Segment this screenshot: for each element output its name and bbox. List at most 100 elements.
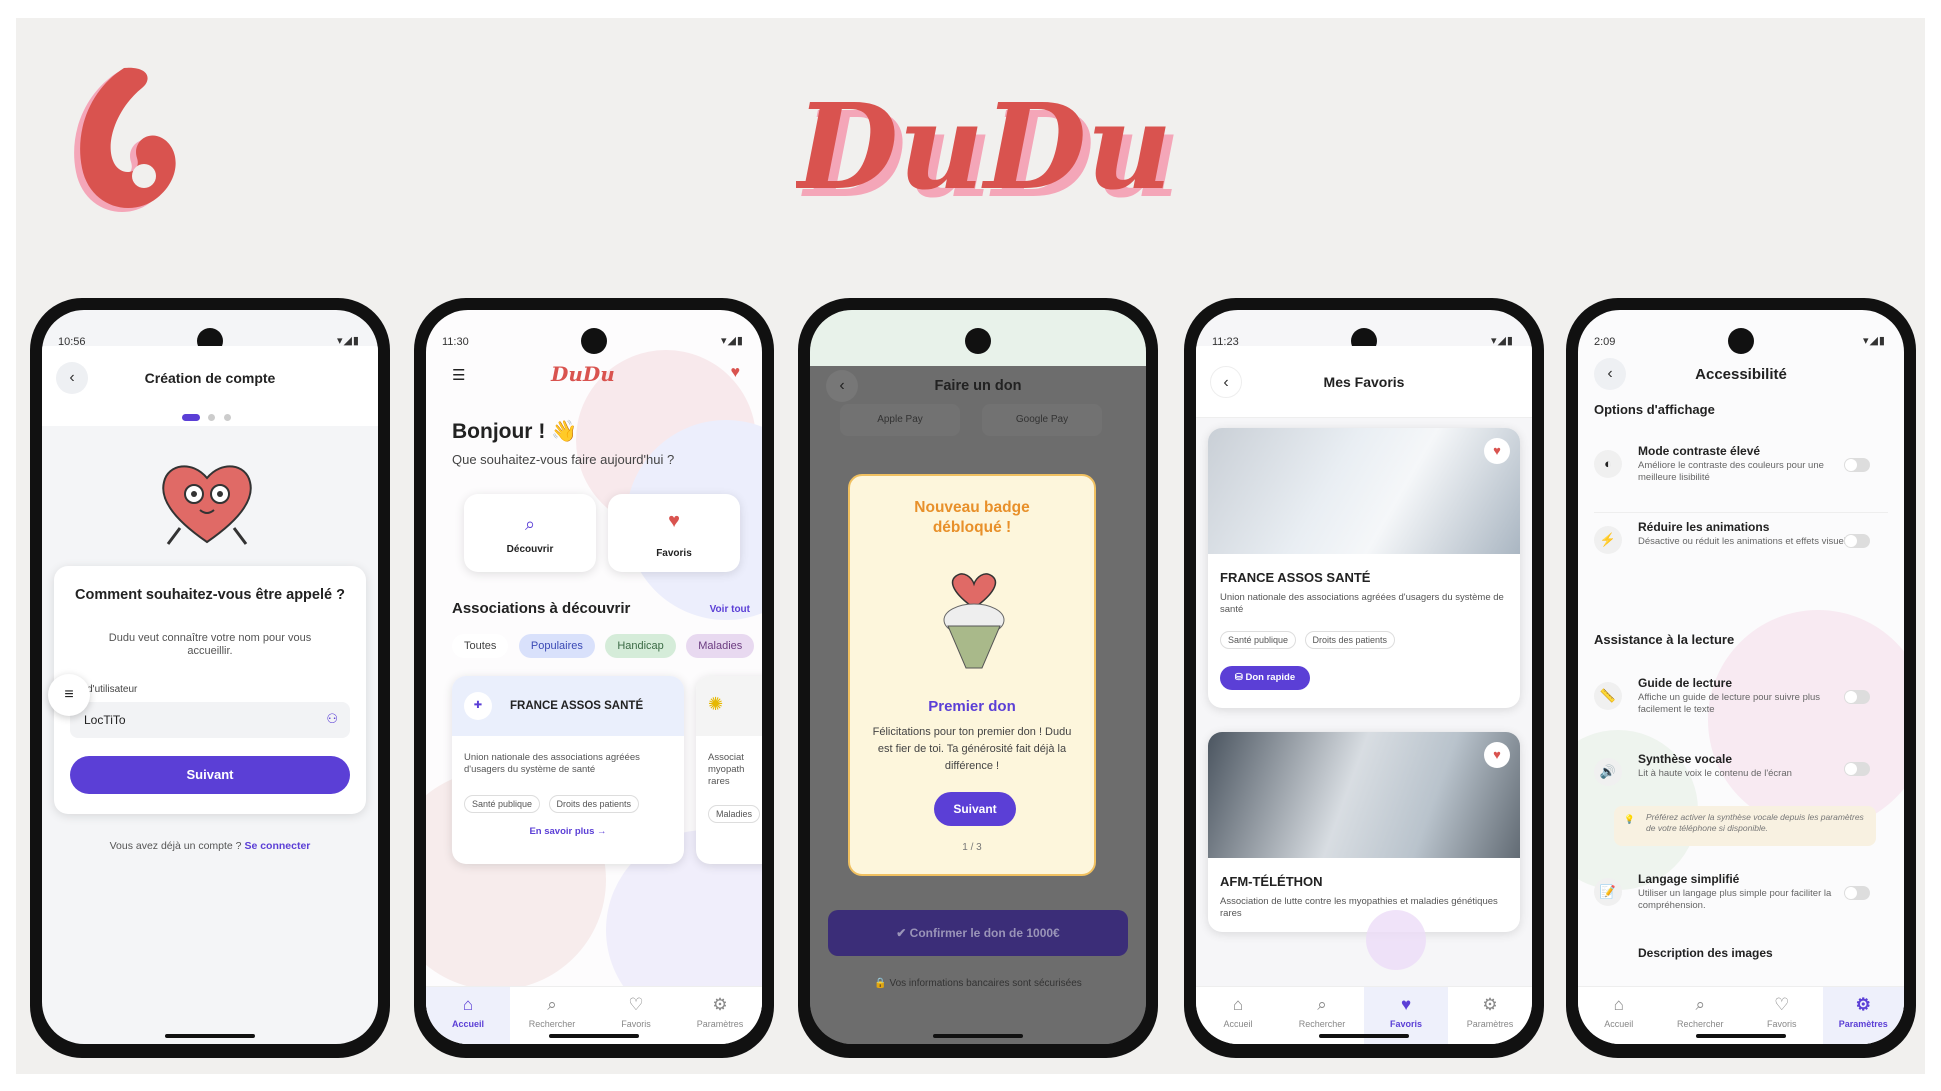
login-prompt-text: Vous avez déjà un compte ? [109, 840, 242, 852]
nav-label: Favoris [1766, 1019, 1797, 1029]
secure-note: 🔒 Vos informations bancaires sont sécuri… [874, 978, 1082, 989]
menu-icon: ≡ [64, 686, 74, 703]
learn-more-link[interactable]: En savoir plus → [452, 826, 684, 837]
simple-language-toggle[interactable] [1844, 886, 1870, 900]
confirm-donation-button[interactable]: ✔ Confirmer le don de 1000€ [828, 910, 1128, 956]
dudu-small-logo: DuDu [551, 362, 615, 386]
option-desc: Désactive ou réduit les animations et ef… [1638, 536, 1851, 547]
fav2-desc: Association de lutte contre les myopathi… [1220, 896, 1498, 919]
home-indicator [933, 1034, 1023, 1038]
next-button[interactable]: Suivant [70, 756, 350, 794]
option-title: Mode contraste élevé [1638, 444, 1761, 458]
discover-label: Découvrir [506, 544, 554, 555]
check-icon: ✔ [896, 926, 910, 940]
filter-icon[interactable]: ☰ [452, 366, 465, 384]
nav-label: Accueil [451, 1019, 484, 1029]
nav-settings[interactable]: ⚙ Paramètres [1448, 987, 1532, 1044]
reading-guide-toggle[interactable] [1844, 690, 1870, 704]
login-link[interactable]: Se connecter [244, 840, 310, 852]
apple-pay-button[interactable]: Apple Pay [840, 404, 960, 436]
see-all-link[interactable]: Voir tout [710, 604, 750, 615]
google-pay-button[interactable]: Google Pay [982, 404, 1102, 436]
fav1-desc: Union nationale des associations agréées… [1220, 592, 1504, 615]
home-indicator [1696, 1034, 1786, 1038]
quick-donate-button[interactable]: ⛁ Don rapide [1220, 666, 1310, 690]
contrast-toggle[interactable] [1844, 458, 1870, 472]
home-indicator [165, 1034, 255, 1038]
assoc-name: FRANCE ASSOS SANTÉ [510, 700, 644, 712]
chip-all[interactable]: Toutes [452, 634, 509, 658]
chip-popular[interactable]: Populaires [518, 634, 595, 658]
heart-icon: ♡ [1774, 995, 1790, 1014]
option-image-description: Description des images [1594, 946, 1888, 966]
section-reading-assistance: Assistance à la lecture [1594, 632, 1735, 647]
lightbulb-icon: 💡 [1624, 814, 1635, 824]
assoc-card-2[interactable]: ✺ Associat myopath rares Maladies [696, 676, 762, 864]
home-icon: ⌂ [1613, 995, 1624, 1014]
option-title: Guide de lecture [1638, 676, 1733, 690]
nav-label: Accueil [1223, 1019, 1253, 1029]
nav-label: Rechercher [528, 1019, 576, 1029]
option-title: Réduire les animations [1638, 520, 1770, 534]
heart-icon: ♡ [628, 995, 644, 1014]
menu-fab[interactable]: ≡ [48, 674, 90, 716]
assoc2-desc: Associat myopath rares [708, 752, 745, 787]
nav-home[interactable]: ⌂ Accueil [1578, 987, 1660, 1044]
option-title: Synthèse vocale [1638, 752, 1733, 766]
nav-home[interactable]: ⌂ Accueil [1196, 987, 1280, 1044]
badge-next-button[interactable]: Suivant [934, 792, 1016, 826]
contrast-icon: ◐ [1594, 450, 1622, 478]
nav-settings[interactable]: ⚙ Paramètres [1822, 987, 1904, 1044]
login-prompt: Vous avez déjà un compte ? Se connecter [42, 840, 378, 852]
assoc-logo: ✚ [464, 692, 492, 720]
camera-cutout [965, 328, 991, 354]
search-icon: ⌕ [524, 514, 536, 534]
discover-card[interactable]: ⌕ Découvrir [464, 494, 596, 572]
option-desc: Améliore le contraste des couleurs pour … [1638, 460, 1824, 483]
gear-icon: ⚙ [1855, 995, 1871, 1014]
nav-label: Rechercher [1298, 1019, 1346, 1029]
favorite-image-lab [1208, 732, 1520, 858]
nav-home[interactable]: ⌂ Accueil [426, 987, 510, 1044]
nav-label: Paramètres [696, 1019, 744, 1029]
favorite-card-1[interactable]: ♥ FRANCE ASSOS SANTÉ Union nationale des… [1208, 428, 1520, 708]
status-icons: ▾◢▮ [720, 335, 744, 347]
dudu-logo-icon [74, 67, 176, 212]
nav-label: Accueil [1604, 1019, 1634, 1029]
option-reduce-animations: ⚡ Réduire les animations Désactive ou ré… [1594, 520, 1888, 580]
assoc-tags: Santé publique Droits des patients [464, 794, 643, 813]
bouquet-mascot-icon [943, 573, 1005, 669]
option-title: Langage simplifié [1638, 872, 1740, 886]
favorite-heart-icon[interactable]: ♥ [1484, 742, 1510, 768]
nav-label: Favoris [621, 1019, 651, 1029]
confirm-label: Confirmer le don de 1000€ [909, 926, 1060, 940]
phone-account-creation: 10:56 ▾◢▮ ‹ Création de compte Comment s… [30, 298, 390, 1058]
status-icons: ▾◢▮ [1862, 335, 1886, 347]
lightning-icon: ⚡ [1594, 526, 1622, 554]
option-desc: Lit à haute voix le contenu de l'écran [1638, 768, 1792, 779]
tag: Santé publique [464, 795, 541, 813]
section-display-options: Options d'affichage [1594, 402, 1715, 417]
nav-label: Paramètres [1466, 1019, 1514, 1029]
favorite-card-2[interactable]: ♥ AFM-TÉLÉTHON Association de lutte cont… [1208, 732, 1520, 932]
tts-toggle[interactable] [1844, 762, 1870, 776]
tag: Maladies [708, 805, 761, 823]
favorite-heart-icon[interactable]: ♥ [1484, 438, 1510, 464]
nav-settings[interactable]: ⚙ Paramètres [678, 987, 762, 1044]
fav2-name: AFM-TÉLÉTHON [1220, 874, 1323, 889]
chip-diseases[interactable]: Maladies [686, 634, 755, 658]
page-title: Accessibilité [1695, 366, 1787, 383]
assoc-card[interactable]: ✚ FRANCE ASSOS SANTÉ Union nationale des… [452, 676, 684, 864]
filter-chips: Toutes Populaires Handicap Maladies [452, 634, 760, 658]
gear-icon: ⚙ [712, 995, 728, 1014]
page-title: Mes Favoris [1323, 374, 1405, 390]
username-field[interactable]: LocTiTo ⚇ [70, 702, 350, 738]
badge-modal: Nouveau badge débloqué ! Premier don Fél… [848, 474, 1096, 876]
heart-icon[interactable]: ♥ [731, 364, 741, 382]
favorites-card[interactable]: ♥ Favoris [608, 494, 740, 572]
camera-cutout [1728, 328, 1754, 354]
animations-toggle[interactable] [1844, 534, 1870, 548]
heart-icon: ♥ [668, 510, 680, 532]
chip-handicap[interactable]: Handicap [605, 634, 676, 658]
option-simple-language: 📝 Langage simplifié Utiliser un langage … [1594, 872, 1888, 928]
